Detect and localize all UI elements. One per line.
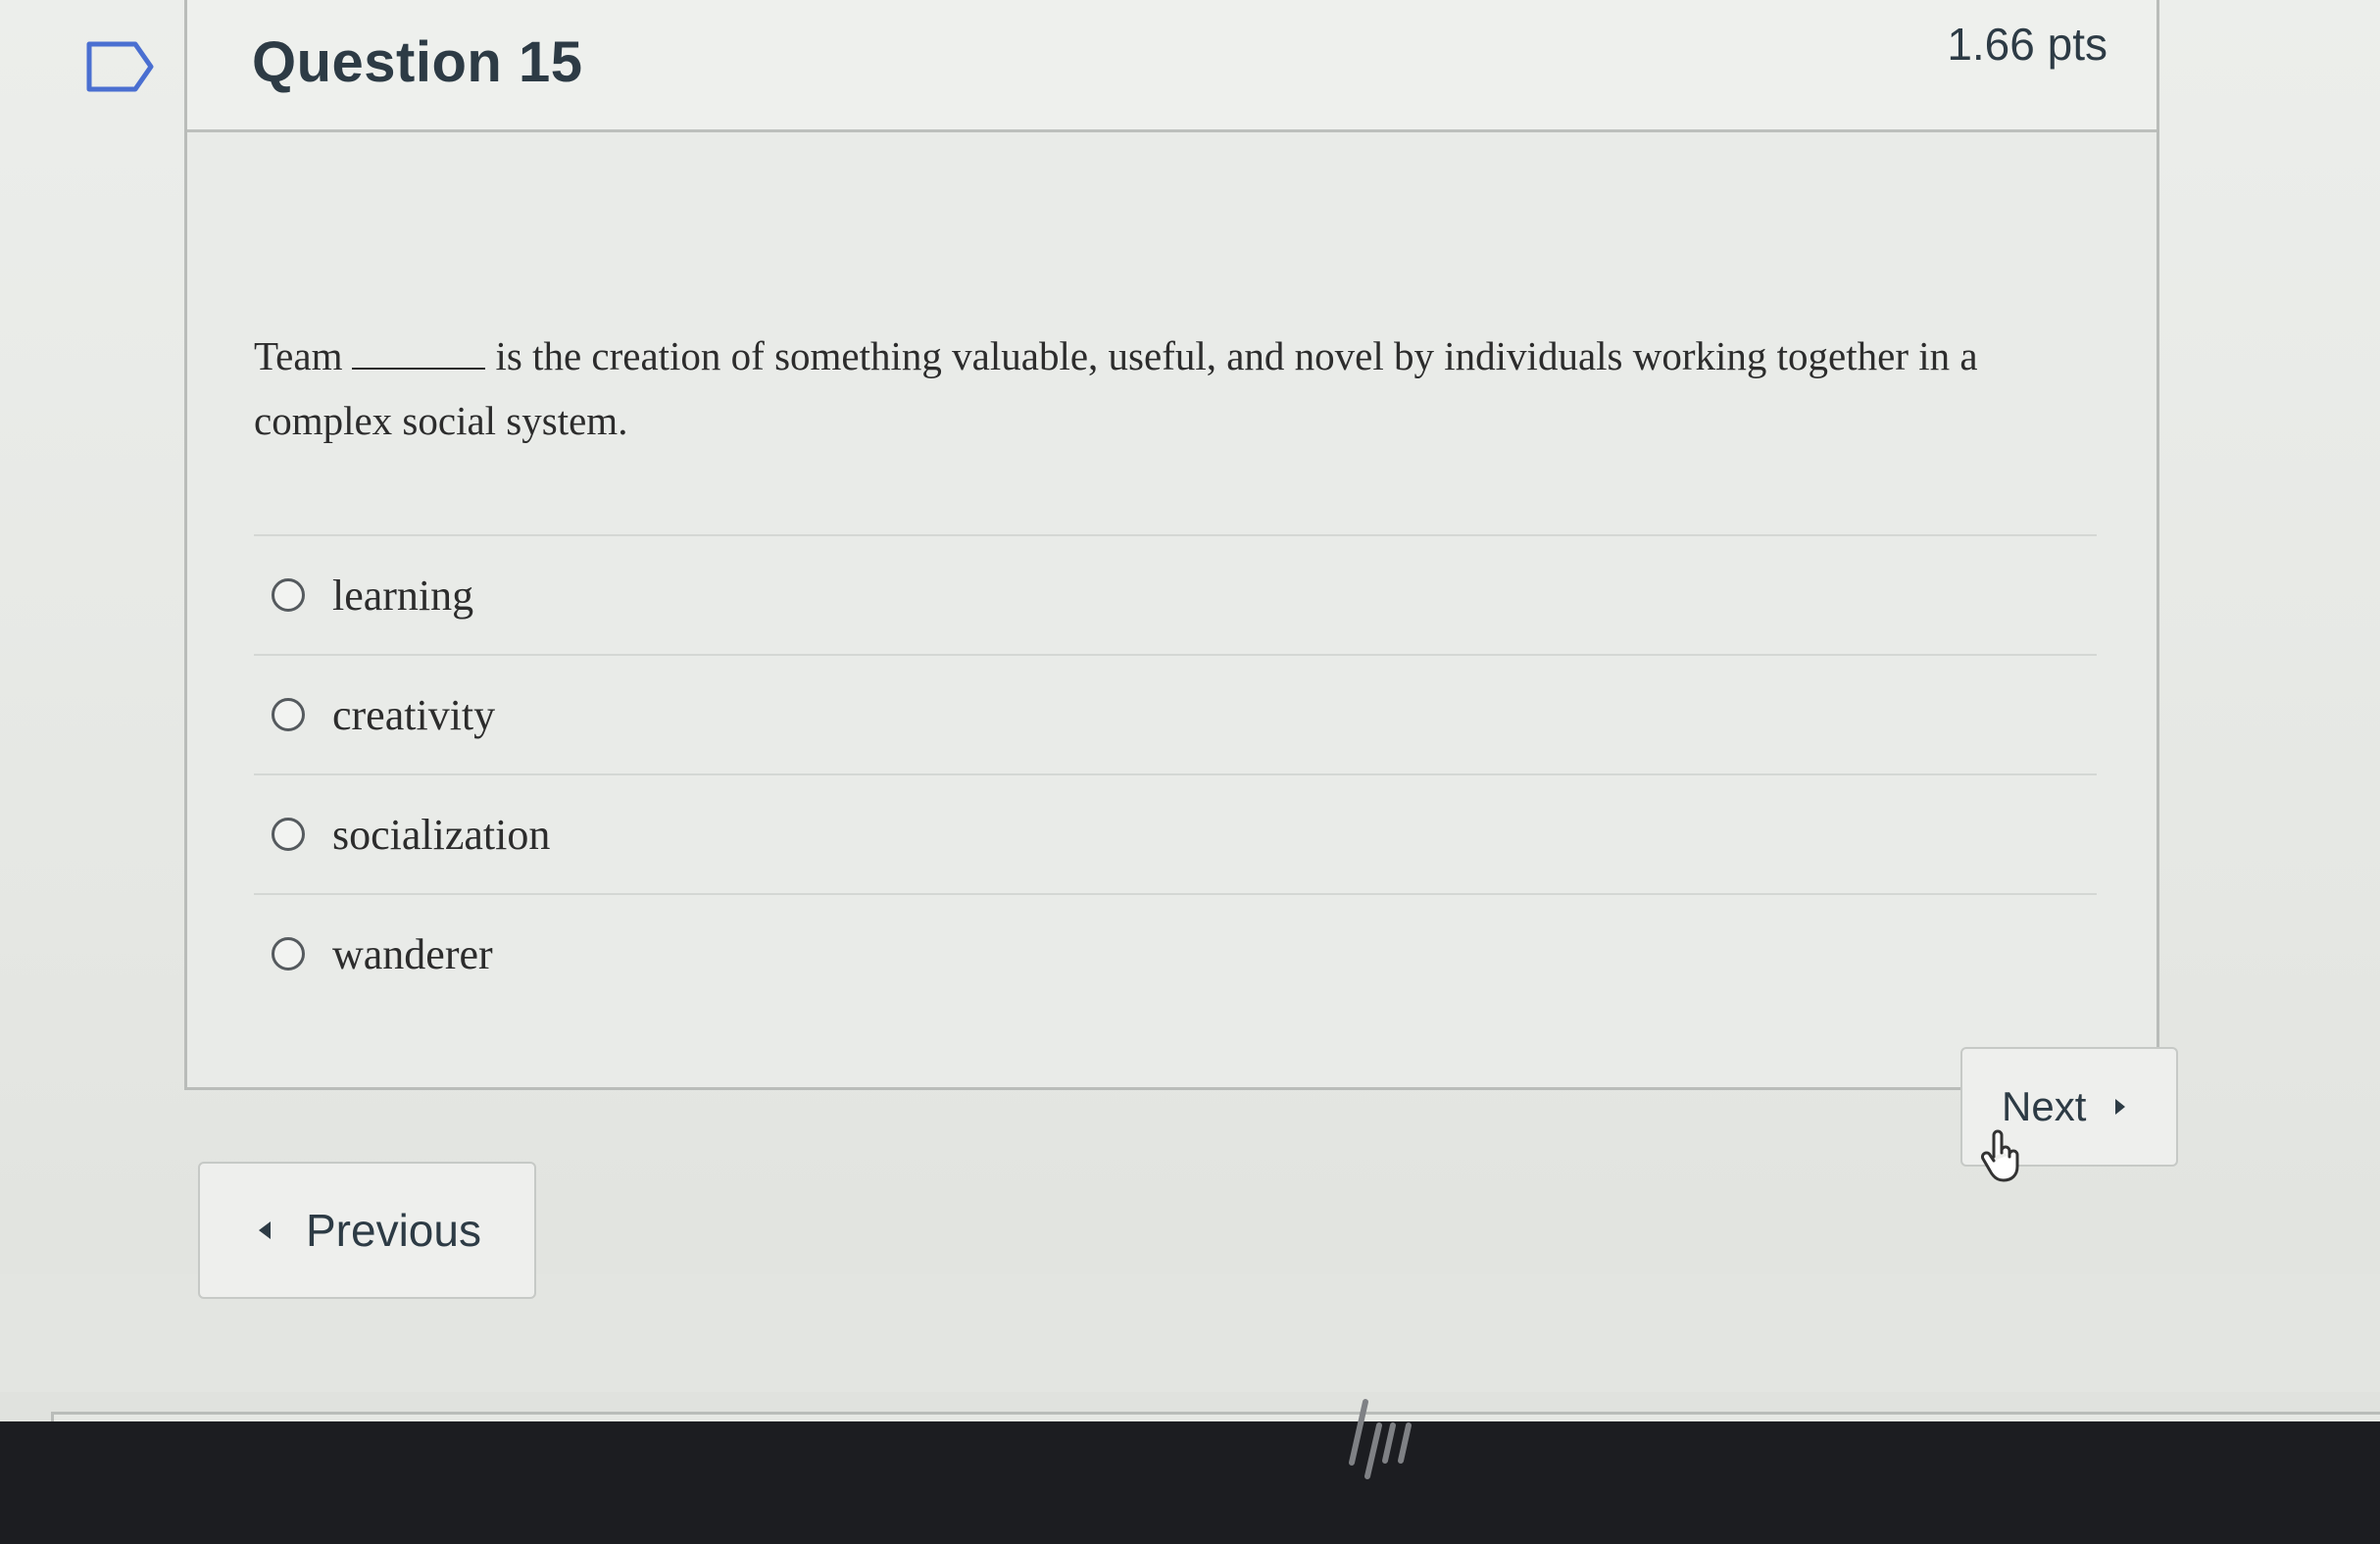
answer-label: socialization xyxy=(332,810,551,859)
laptop-bezel xyxy=(0,1421,2380,1544)
screen: Question 15 1.66 pts Team is the creation… xyxy=(0,0,2380,1544)
previous-button-label: Previous xyxy=(306,1205,481,1256)
answer-option-wanderer[interactable]: wanderer xyxy=(254,893,2097,1013)
question-text-before-blank: Team xyxy=(254,333,343,378)
answer-label: creativity xyxy=(332,690,496,739)
fill-in-blank xyxy=(352,328,486,370)
hand-cursor-icon xyxy=(1981,1129,2019,1182)
answer-label: learning xyxy=(332,571,474,620)
hp-logo xyxy=(1349,1399,1412,1479)
answer-option-learning[interactable]: learning xyxy=(254,534,2097,654)
radio-button[interactable] xyxy=(272,578,305,612)
answer-list: learning creativity socialization wander… xyxy=(254,534,2097,1013)
caret-left-icon xyxy=(259,1221,271,1239)
radio-button[interactable] xyxy=(272,818,305,851)
caret-right-icon xyxy=(2115,1099,2126,1115)
next-button-label: Next xyxy=(2002,1083,2087,1129)
answer-label: wanderer xyxy=(332,929,493,978)
radio-button[interactable] xyxy=(272,937,305,971)
radio-button[interactable] xyxy=(272,698,305,731)
answer-option-creativity[interactable]: creativity xyxy=(254,654,2097,773)
bookmark-flag-icon[interactable] xyxy=(86,41,155,92)
question-header: Question 15 1.66 pts xyxy=(187,0,2157,132)
previous-button[interactable]: Previous xyxy=(198,1162,536,1299)
question-text-after-blank: is the creation of something valuable, u… xyxy=(254,333,1978,443)
question-title: Question 15 xyxy=(252,30,583,94)
question-card: Question 15 1.66 pts Team is the creation… xyxy=(184,0,2159,1090)
answer-option-socialization[interactable]: socialization xyxy=(254,773,2097,893)
question-points: 1.66 pts xyxy=(1947,19,2107,70)
question-text: Team is the creation of something valuabl… xyxy=(254,324,2116,453)
